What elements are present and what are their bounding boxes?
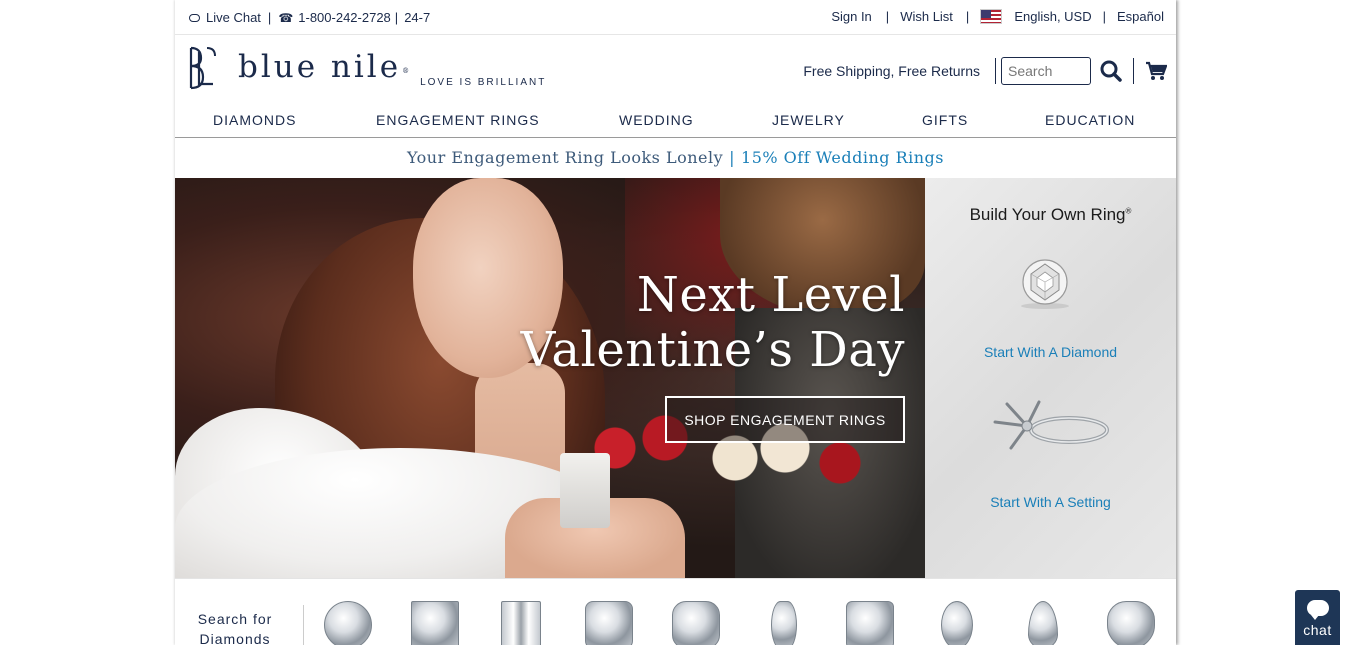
nav-diamonds[interactable]: DIAMONDS xyxy=(213,112,296,128)
main-nav: DIAMONDS ENGAGEMENT RINGS WEDDING JEWELR… xyxy=(175,101,1176,138)
locale-selector[interactable]: English, USD xyxy=(1014,9,1091,24)
phone-link[interactable]: ☎ 1-800-242-2728 xyxy=(278,10,390,25)
divider xyxy=(303,605,304,645)
live-chat-label: Live Chat xyxy=(206,10,261,25)
nav-jewelry[interactable]: JEWELRY xyxy=(772,112,845,128)
divider: | xyxy=(965,9,970,24)
hero-title-line-2: Valentine’s Day xyxy=(520,322,905,378)
brand-reg-mark: ® xyxy=(402,67,413,75)
divider xyxy=(1133,58,1134,84)
brand-name: blue nile® xyxy=(238,50,412,92)
start-with-diamond-link[interactable]: Start With A Diamond xyxy=(925,344,1176,360)
divider: | xyxy=(729,148,736,167)
nav-education[interactable]: EDUCATION xyxy=(1045,112,1135,128)
princess-diamond-icon[interactable] xyxy=(411,601,459,645)
divider: | xyxy=(885,9,890,24)
header: blue nile® LOVE IS BRILLIANT Free Shippi… xyxy=(175,35,1176,101)
chat-widget-button[interactable]: chat xyxy=(1295,590,1340,645)
hero-banner[interactable]: Next Level Valentine’s Day SHOP ENGAGEME… xyxy=(175,178,925,578)
asscher-diamond-icon[interactable] xyxy=(585,601,633,645)
nav-gifts[interactable]: GIFTS xyxy=(922,112,968,128)
search-icon xyxy=(1100,60,1122,82)
search-diamonds-label-line-1: Search for xyxy=(197,611,273,627)
divider: | xyxy=(394,10,399,25)
promo-text: Your Engagement Ring Looks Lonely xyxy=(406,148,724,167)
utility-bar: Live Chat | ☎ 1-800-242-2728 | 24-7 Sign … xyxy=(175,0,1176,35)
wish-list-link[interactable]: Wish List xyxy=(900,9,953,24)
account-links: Sign In | Wish List | English, USD | Esp… xyxy=(831,9,1164,24)
chat-widget-label: chat xyxy=(1303,622,1332,638)
hero-image-ring-box xyxy=(560,453,610,528)
contact-links: Live Chat | ☎ 1-800-242-2728 | 24-7 xyxy=(189,10,430,25)
diamond-shapes-row: Search for Diamonds xyxy=(175,578,1176,645)
start-with-setting-link[interactable]: Start With A Setting xyxy=(925,494,1176,510)
live-chat-link[interactable]: Live Chat xyxy=(189,10,261,25)
search-button[interactable] xyxy=(1091,56,1131,86)
brand-text: blue nile xyxy=(238,49,402,85)
shop-engagement-rings-button[interactable]: SHOP ENGAGEMENT RINGS xyxy=(665,396,905,443)
divider: | xyxy=(267,10,272,25)
us-flag-icon xyxy=(980,9,1003,24)
logo-monogram-icon xyxy=(189,46,216,90)
cushion-diamond-icon[interactable] xyxy=(672,601,720,645)
diamond-icon[interactable] xyxy=(1013,258,1077,310)
heart-diamond-icon[interactable] xyxy=(1107,601,1155,645)
chat-bubble-icon xyxy=(1306,600,1329,620)
divider: | xyxy=(1102,9,1107,24)
search-diamonds-label-line-2: Diamonds xyxy=(199,631,271,645)
hours-label: 24-7 xyxy=(404,10,431,25)
phone-icon: ☎ xyxy=(278,11,294,25)
byo-title: Build Your Own Ring® xyxy=(925,205,1176,225)
espanol-link[interactable]: Español xyxy=(1117,9,1164,24)
hero-title-line-1: Next Level xyxy=(636,267,905,323)
nav-wedding[interactable]: WEDDING xyxy=(619,112,694,128)
hero-title: Next Level Valentine’s Day xyxy=(521,268,905,378)
sign-in-link[interactable]: Sign In xyxy=(831,9,871,24)
byo-reg-mark: ® xyxy=(1125,206,1132,216)
brand-tagline: LOVE IS BRILLIANT xyxy=(420,77,547,88)
promo-link[interactable]: 15% Off Wedding Rings xyxy=(741,148,944,167)
phone-number: 1-800-242-2728 xyxy=(298,10,391,25)
pear-diamond-icon[interactable] xyxy=(1028,601,1058,645)
divider xyxy=(995,58,996,84)
emerald-diamond-icon[interactable] xyxy=(501,601,541,645)
search-diamonds-label: Search for Diamonds xyxy=(195,609,275,645)
chat-icon xyxy=(189,14,200,22)
cart-icon xyxy=(1146,61,1167,80)
round-diamond-icon[interactable] xyxy=(324,601,372,645)
free-shipping-link[interactable]: Free Shipping, Free Returns xyxy=(803,63,980,79)
search-input[interactable] xyxy=(1001,57,1091,85)
ring-setting-icon[interactable] xyxy=(987,396,1117,466)
marquise-diamond-icon[interactable] xyxy=(771,601,797,645)
radiant-diamond-icon[interactable] xyxy=(846,601,894,645)
header-tools: Free Shipping, Free Returns xyxy=(803,56,1176,86)
oval-diamond-icon[interactable] xyxy=(941,601,973,645)
build-your-own-ring-panel: Build Your Own Ring® Start With A Diamon… xyxy=(925,178,1176,578)
cart-button[interactable] xyxy=(1136,56,1176,86)
byo-title-text: Build Your Own Ring xyxy=(969,205,1126,224)
logo[interactable]: blue nile® LOVE IS BRILLIANT xyxy=(187,44,546,92)
promo-banner[interactable]: Your Engagement Ring Looks Lonely | 15% Of… xyxy=(175,138,1176,178)
page: Live Chat | ☎ 1-800-242-2728 | 24-7 Sign … xyxy=(175,0,1176,645)
nav-engagement-rings[interactable]: ENGAGEMENT RINGS xyxy=(376,112,540,128)
